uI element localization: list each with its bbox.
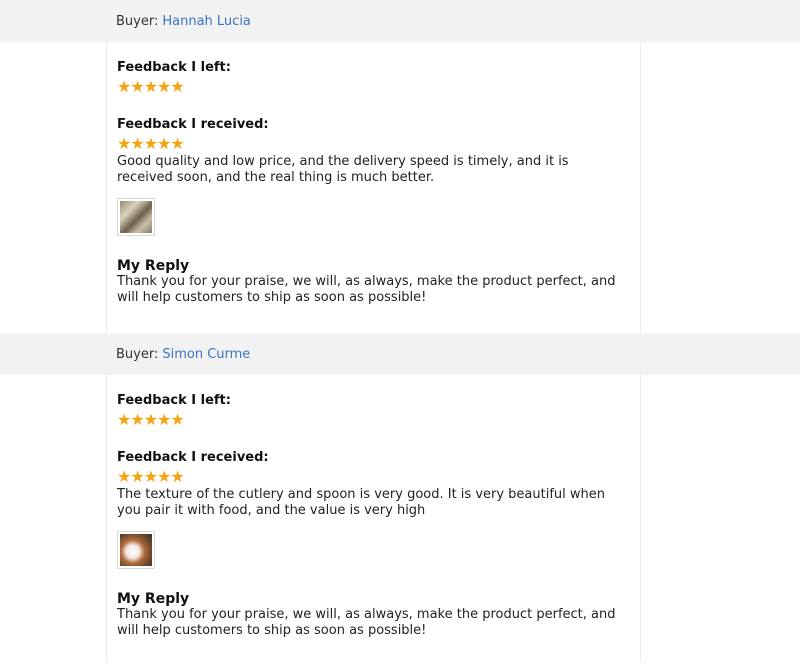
feedback-left-title: Feedback I left: — [117, 393, 231, 408]
review-photo — [120, 534, 152, 566]
review-photo — [120, 201, 152, 233]
buyer-header: Buyer: Hannah Lucia — [0, 0, 800, 42]
feedback-received-stars: ★★★★★ — [117, 467, 185, 486]
review-photo-thumbnail[interactable] — [117, 198, 155, 236]
review-photo-thumbnail[interactable] — [117, 531, 155, 569]
feedback-received-stars: ★★★★★ — [117, 134, 185, 153]
feedback-card: Feedback I left: ★★★★★ Feedback I receiv… — [106, 375, 641, 662]
feedback-card: Feedback I left: ★★★★★ Feedback I receiv… — [106, 42, 641, 333]
feedback-left-stars: ★★★★★ — [117, 77, 185, 96]
buyer-label: Buyer: — [116, 346, 159, 362]
buyer-name-link[interactable]: Hannah Lucia — [162, 14, 251, 29]
feedback-left-stars: ★★★★★ — [117, 410, 185, 429]
feedback-page: Buyer: Hannah Lucia Feedback I left: ★★★… — [0, 0, 800, 668]
reply-text: Thank you for your praise, we will, as a… — [117, 607, 616, 638]
buyer-name-link[interactable]: Simon Curme — [162, 347, 250, 362]
feedback-received-title: Feedback I received: — [117, 450, 269, 465]
reply-title: My Reply — [117, 591, 190, 607]
review-text: Good quality and low price, and the deli… — [117, 154, 569, 185]
reply-text: Thank you for your praise, we will, as a… — [117, 274, 616, 305]
feedback-left-title: Feedback I left: — [117, 60, 231, 75]
reply-title: My Reply — [117, 258, 190, 274]
buyer-header: Buyer: Simon Curme — [0, 333, 800, 375]
buyer-label: Buyer: — [116, 13, 159, 29]
review-text: The texture of the cutlery and spoon is … — [117, 487, 606, 518]
feedback-received-title: Feedback I received: — [117, 117, 269, 132]
